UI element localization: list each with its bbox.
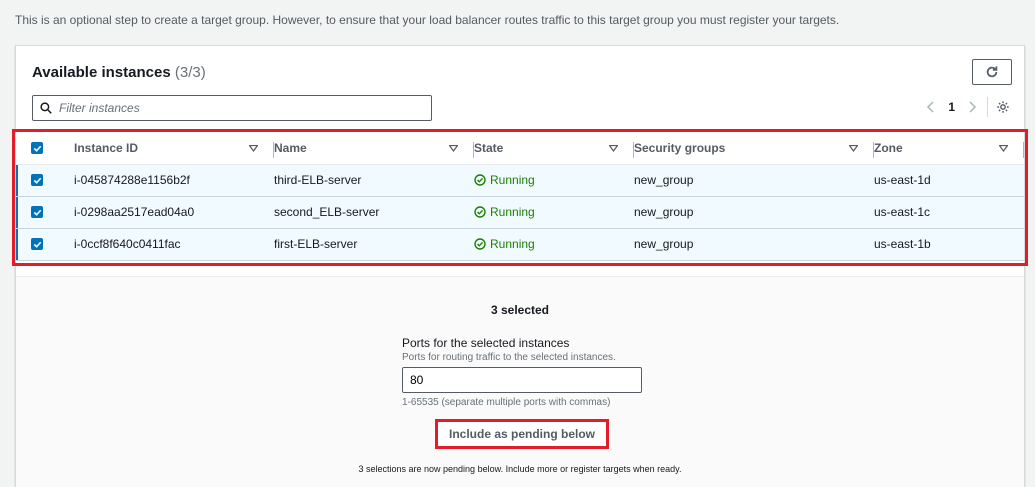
sort-caret-icon[interactable] <box>849 144 858 152</box>
settings-gear-icon[interactable] <box>996 100 1010 114</box>
select-all-cell <box>16 133 74 165</box>
refresh-button[interactable] <box>972 59 1012 85</box>
name-cell: third-ELB-server <box>274 164 474 197</box>
panel-title-text: Available instances <box>32 64 171 81</box>
sort-caret-icon[interactable] <box>249 144 258 152</box>
row-checkbox[interactable] <box>31 238 43 250</box>
instances-table: Instance ID Name State Security groups Z… <box>16 133 1024 261</box>
zone-cell: us-east-1b <box>874 228 1024 261</box>
checkmark-icon <box>33 209 41 216</box>
row-checkbox-cell <box>16 164 74 197</box>
column-header-security-groups[interactable]: Security groups <box>634 133 874 165</box>
security-group-cell: new_group <box>634 228 874 261</box>
page-intro: This is an optional step to create a tar… <box>15 13 840 27</box>
ports-hint: 1-65535 (separate multiple ports with co… <box>402 397 611 408</box>
available-instances-panel: Available instances (3/3) 1 <box>15 45 1025 487</box>
column-header-state[interactable]: State <box>474 133 634 165</box>
checkmark-icon <box>33 241 41 248</box>
column-header-name[interactable]: Name <box>274 133 474 165</box>
filter-input[interactable] <box>59 101 409 115</box>
chevron-right-icon[interactable] <box>967 101 977 113</box>
column-header-zone[interactable]: Zone <box>874 133 1024 165</box>
status-ok-icon <box>474 174 486 186</box>
status-ok-icon <box>474 238 486 250</box>
ports-input[interactable] <box>402 367 642 393</box>
pending-note: 3 selections are now pending below. Incl… <box>358 464 682 474</box>
state-cell: Running <box>474 164 634 197</box>
ports-label: Ports for the selected instances <box>402 336 570 350</box>
chevron-left-icon[interactable] <box>926 101 936 113</box>
selected-count: 3 selected <box>490 303 550 317</box>
table-row[interactable]: i-0ccf8f640c0411fac first-ELB-server Run… <box>16 228 1024 261</box>
page-title-cut <box>0 0 150 6</box>
zone-cell: us-east-1c <box>874 196 1024 229</box>
name-cell: first-ELB-server <box>274 228 474 261</box>
zone-cell: us-east-1d <box>874 164 1024 197</box>
row-checkbox[interactable] <box>31 206 43 218</box>
page-number[interactable]: 1 <box>948 100 955 114</box>
sort-caret-icon[interactable] <box>609 144 618 152</box>
row-checkbox[interactable] <box>31 174 43 186</box>
panel-title: Available instances (3/3) <box>32 64 206 81</box>
instance-id-cell: i-0ccf8f640c0411fac <box>74 228 274 261</box>
security-group-cell: new_group <box>634 164 874 197</box>
include-as-pending-button[interactable]: Include as pending below <box>435 419 609 449</box>
row-checkbox-cell <box>16 228 74 261</box>
ports-description: Ports for routing traffic to the selecte… <box>402 352 616 363</box>
checkmark-icon <box>33 145 41 152</box>
instance-id-cell: i-0298aa2517ead04a0 <box>74 196 274 229</box>
column-header-instance-id[interactable]: Instance ID <box>74 133 274 165</box>
filter-box[interactable] <box>32 95 432 121</box>
select-all-checkbox[interactable] <box>31 142 43 155</box>
sort-caret-icon[interactable] <box>449 144 458 152</box>
status-ok-icon <box>474 206 486 218</box>
table-header-row: Instance ID Name State Security groups Z… <box>16 133 1024 165</box>
table-row[interactable]: i-0298aa2517ead04a0 second_ELB-server Ru… <box>16 196 1024 229</box>
panel-count: (3/3) <box>174 64 206 81</box>
sort-caret-icon[interactable] <box>999 144 1008 152</box>
state-cell: Running <box>474 228 634 261</box>
table-row[interactable]: i-045874288e1156b2f third-ELB-server Run… <box>16 164 1024 197</box>
pagination: 1 <box>926 97 1010 117</box>
instance-id-cell: i-045874288e1156b2f <box>74 164 274 197</box>
state-cell: Running <box>474 196 634 229</box>
checkmark-icon <box>33 177 41 184</box>
search-icon <box>40 102 52 114</box>
security-group-cell: new_group <box>634 196 874 229</box>
row-checkbox-cell <box>16 196 74 229</box>
name-cell: second_ELB-server <box>274 196 474 229</box>
refresh-icon <box>986 66 998 78</box>
